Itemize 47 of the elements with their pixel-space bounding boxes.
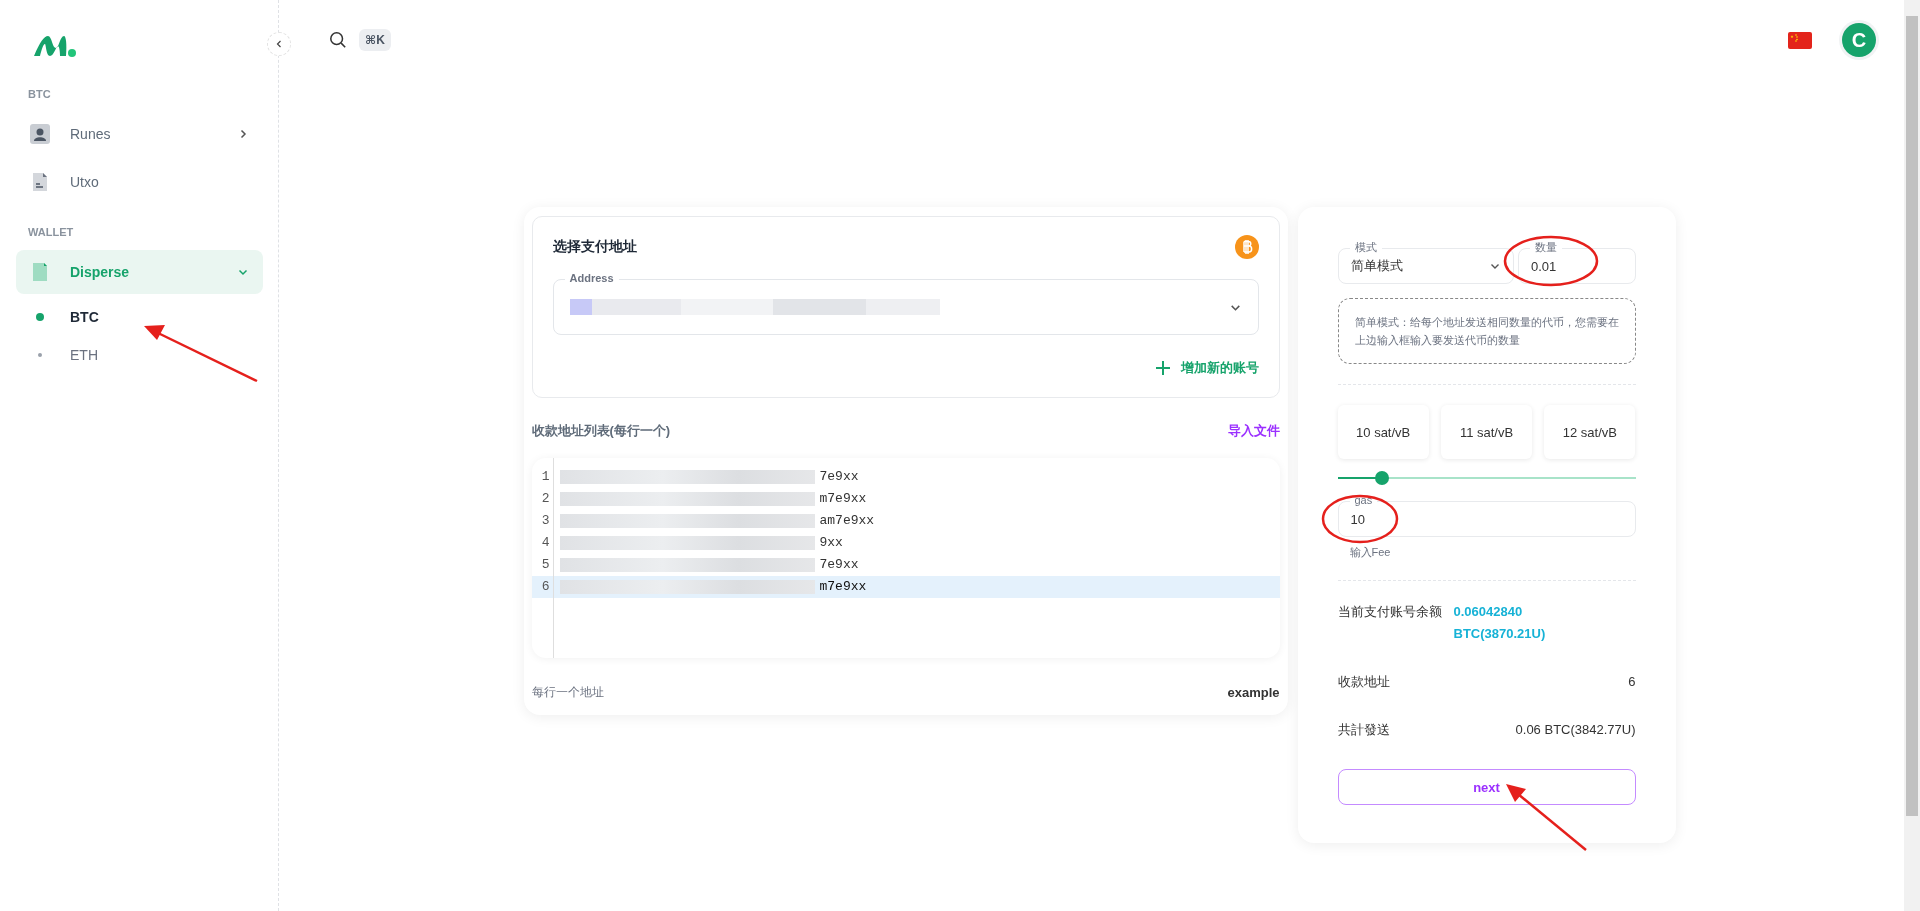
bullet-icon (36, 313, 44, 321)
gas-slider[interactable] (1337, 471, 1636, 485)
sidebar-item[interactable]: Utxo (16, 160, 263, 204)
flag-icon[interactable] (1788, 31, 1812, 49)
field-label: 模式 (1349, 240, 1382, 254)
address-text: m7e9xx (559, 576, 1280, 598)
panel-title: 选择支付地址 (552, 238, 637, 256)
summary-value: 0.06042840 BTC(3870.21U) (1453, 603, 1547, 643)
line-number: 1 (540, 468, 551, 486)
scrollbar[interactable] (1904, 0, 1920, 911)
document-icon (30, 172, 50, 192)
field-label: 数量 (1529, 240, 1562, 254)
address-editor[interactable]: 1 7e9xx 2 m7e9xx 3 am7e9xx 4 9xx 5 7e9xx 6 m7e9xx (531, 458, 1280, 658)
line-number: 2 (540, 490, 551, 508)
collapse-button[interactable] (267, 32, 291, 56)
hint-text: 每行一个地址 (531, 684, 604, 701)
bitcoin-icon (1234, 235, 1259, 259)
sidebar-item[interactable]: Runes (16, 112, 263, 156)
line-number: 4 (540, 534, 551, 552)
chevron-left-icon (274, 39, 284, 49)
fee-option[interactable]: 12 sat/vB (1544, 405, 1636, 459)
section-title: WALLET (28, 226, 75, 238)
field-hint: 输入Fee (1349, 545, 1392, 560)
line-number: 5 (540, 556, 551, 574)
list-title: 收款地址列表(每行一个) (531, 422, 671, 440)
bullet-icon (38, 353, 42, 357)
summary-value: 0.06 BTC(3842.77U) (1515, 721, 1636, 739)
next-button[interactable]: next (1337, 769, 1636, 805)
file-icon (30, 262, 50, 282)
search-icon[interactable] (329, 31, 347, 49)
fee-option[interactable]: 11 sat/vB (1440, 405, 1533, 459)
mode-description: 简单模式：给每个地址发送相同数量的代币，您需要在上边输入框输入要发送代币的数量 (1337, 298, 1636, 364)
summary-label: 共計發送 (1337, 721, 1390, 739)
shortcut-badge[interactable]: ⌘K (359, 29, 391, 51)
slider-thumb[interactable] (1375, 471, 1390, 485)
line-number: 6 (531, 576, 560, 598)
section-title: BTC (28, 88, 52, 100)
summary-value: 6 (1628, 673, 1636, 691)
fee-option[interactable]: 10 sat/vB (1337, 405, 1429, 459)
field-label: Address (564, 271, 619, 285)
summary-label: 收款地址 (1337, 673, 1390, 691)
line-number: 3 (540, 512, 551, 530)
import-file-link[interactable]: 导入文件 (1227, 422, 1280, 440)
example-link[interactable]: example (1227, 685, 1280, 700)
plus-icon (1154, 360, 1171, 376)
summary-label: 当前支付账号余额 (1337, 603, 1442, 621)
person-icon (30, 124, 50, 144)
